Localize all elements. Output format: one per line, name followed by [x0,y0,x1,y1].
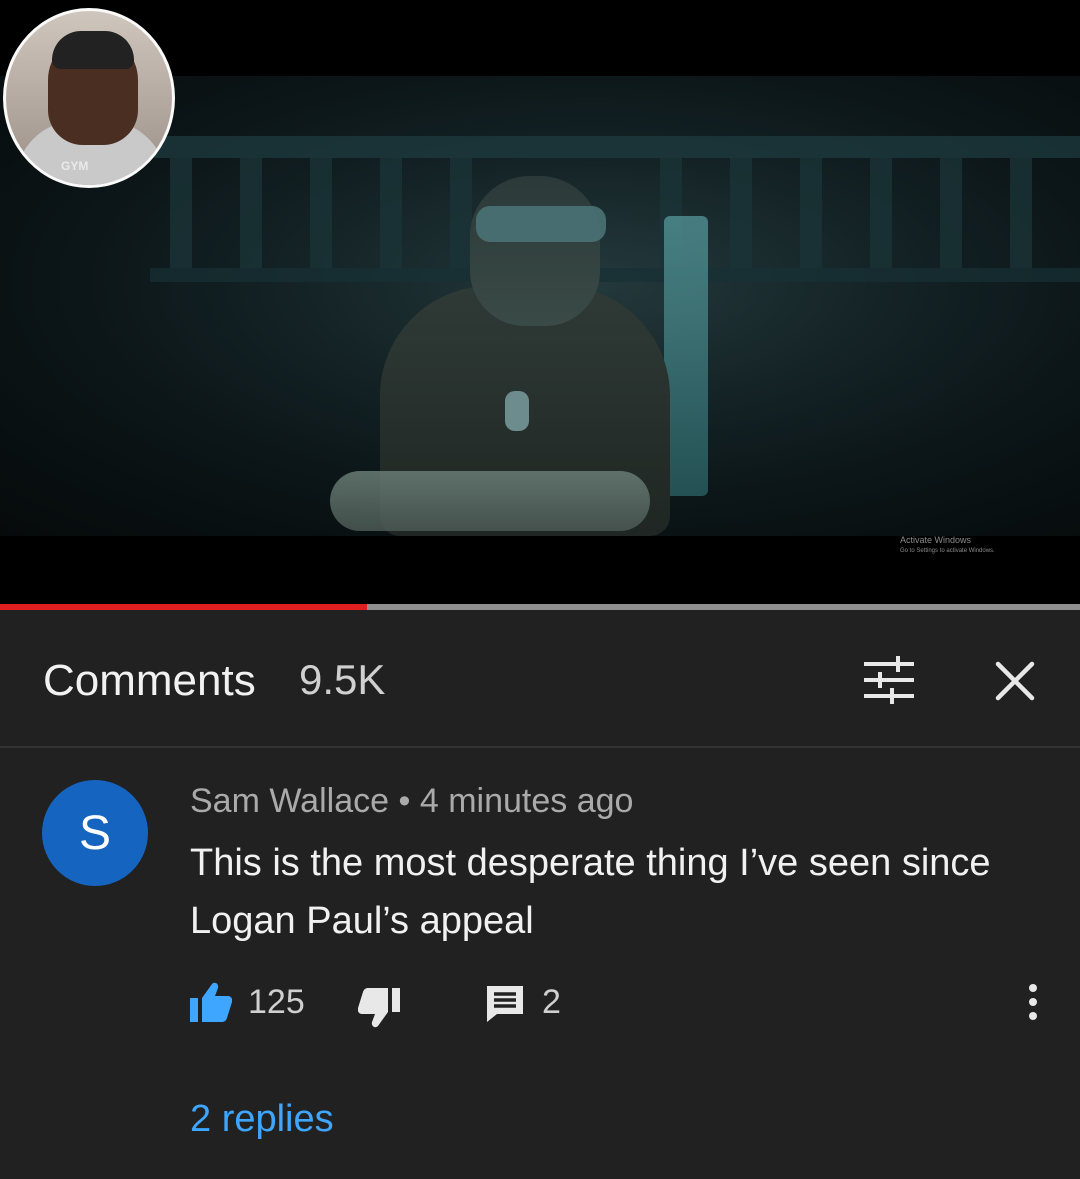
comments-header: Comments 9.5K [0,610,1080,748]
more-options-icon[interactable] [1020,982,1046,1022]
comment-time: 4 minutes ago [419,782,634,820]
watermark-subtitle: Go to Settings to activate Windows. [900,548,995,554]
view-replies-link[interactable]: 2 replies [190,1098,334,1141]
avatar-letter: S [78,806,111,860]
filter-sliders-icon[interactable] [862,656,916,704]
comment-author[interactable]: Sam Wallace [190,782,389,820]
windows-watermark: Activate Windows Go to Settings to activ… [900,535,995,557]
comment-meta: Sam Wallace • 4 minutes ago [190,782,633,821]
facecam-shirt-text: GYM [61,159,89,173]
reactor-facecam: GYM [3,8,175,188]
comment-item: S Sam Wallace • 4 minutes ago This is th… [0,750,1080,1179]
reply-count: 2 [542,983,561,1021]
watermark-title: Activate Windows [900,535,972,545]
hanging-cloth [664,216,708,496]
blindfolded-figure [330,176,670,536]
avatar[interactable]: S [42,780,148,886]
reply-comment-icon[interactable] [485,984,525,1024]
comments-count: 9.5K [299,656,386,703]
video-player[interactable]: Activate Windows Go to Settings to activ… [0,0,1080,606]
comments-title: Comments [43,656,256,705]
like-count: 125 [248,983,305,1021]
thumbs-up-icon[interactable] [190,982,232,1022]
meta-separator: • [398,782,411,820]
comment-body: This is the most desperate thing I’ve se… [190,842,991,942]
close-icon[interactable] [992,658,1038,704]
comment-actions: 125 2 [0,978,1080,1034]
thumbs-down-icon[interactable] [358,988,400,1028]
